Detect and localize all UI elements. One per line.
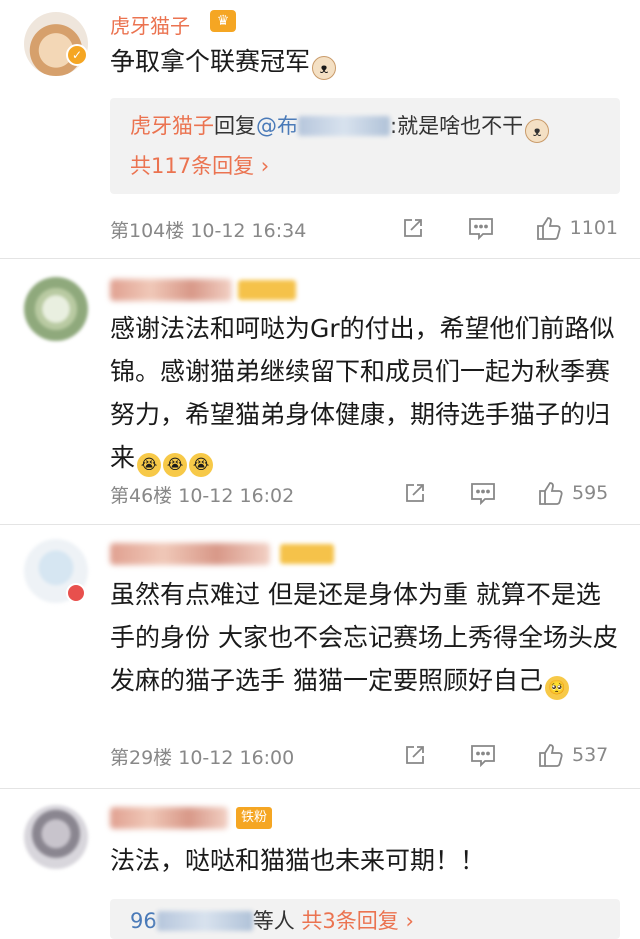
reply-verb: 回复 — [214, 114, 256, 138]
reply-preview[interactable]: 96 等人 共3条回复 › — [110, 899, 620, 939]
crying-emoji-icon: 😭 — [189, 453, 214, 477]
like-count: 595 — [572, 482, 609, 504]
floor-label: 第104楼 — [110, 220, 185, 242]
cat-emoji-icon: ᴥ — [525, 119, 550, 143]
reply-suffix: 等人 — [252, 909, 295, 933]
action-bar: 537 — [360, 740, 618, 770]
like-icon[interactable] — [536, 215, 562, 241]
comment-text: 感谢法法和呵哒为Gr的付出，希望他们前路似锦。感谢猫弟继续留下和成员们一起为秋季… — [110, 307, 620, 479]
reply-author[interactable]: 虎牙猫子 — [130, 114, 214, 138]
action-bar: 595 — [360, 478, 618, 508]
pleading-emoji-icon: 🥺 — [544, 676, 569, 700]
avatar[interactable] — [24, 277, 88, 341]
like-count: 1101 — [569, 217, 618, 239]
cat-emoji-icon: ᴥ — [312, 56, 337, 80]
like-count: 537 — [572, 744, 609, 766]
blurred-username[interactable] — [110, 279, 232, 301]
timestamp: 10-12 16:02 — [178, 485, 295, 507]
comment-meta: 第46楼 10-12 16:02 — [110, 481, 294, 508]
reply-mention[interactable]: @布 — [256, 114, 298, 138]
floor-label: 第46楼 — [110, 485, 173, 507]
fan-badge — [280, 544, 334, 564]
reply-author[interactable]: 96 — [130, 909, 157, 933]
timestamp: 10-12 16:00 — [178, 747, 295, 769]
like-icon[interactable] — [538, 480, 564, 506]
share-icon[interactable] — [402, 742, 428, 768]
comment-icon[interactable] — [470, 742, 496, 768]
comment-item: 铁粉 法法，哒哒和猫猫也未来可期！！ 96 等人 共3条回复 › — [0, 789, 640, 939]
reply-content: :就是啥也不干 — [390, 114, 524, 138]
crown-icon: ♛ — [210, 10, 236, 32]
timestamp: 10-12 16:34 — [190, 220, 307, 242]
comment-icon[interactable] — [470, 480, 496, 506]
blurred-name — [156, 911, 253, 931]
comment-meta: 第29楼 10-12 16:00 — [110, 743, 294, 770]
username[interactable]: 虎牙猫子 — [110, 10, 190, 39]
comment-icon[interactable] — [468, 215, 494, 241]
comment-text: 争取拿个联赛冠军 ᴥ — [110, 40, 620, 83]
fan-badge — [238, 280, 296, 300]
comment-meta: 第104楼 10-12 16:34 — [110, 216, 306, 243]
comment-text: 法法，哒哒和猫猫也未来可期！！ — [110, 846, 486, 875]
status-dot-icon — [66, 583, 86, 603]
reply-line: 96 等人 共3条回复 › — [130, 905, 414, 935]
share-icon[interactable] — [400, 215, 426, 241]
like-icon[interactable] — [538, 742, 564, 768]
comment-item: 感谢法法和呵哒为Gr的付出，希望他们前路似锦。感谢猫弟继续留下和成员们一起为秋季… — [0, 259, 640, 521]
fan-badge: 铁粉 — [236, 807, 273, 829]
avatar[interactable] — [24, 805, 88, 869]
crying-emoji-icon: 😭 — [137, 453, 162, 477]
comment-item: ✓ 虎牙猫子 ♛ 争取拿个联赛冠军 ᴥ 虎牙猫子回复@布:就是啥也不干 ᴥ 共117… — [0, 0, 640, 255]
blurred-username[interactable] — [110, 543, 270, 565]
crying-emoji-icon: 😭 — [163, 453, 188, 477]
reply-line: 虎牙猫子回复@布 :就是啥也不干 ᴥ — [130, 110, 550, 143]
more-replies-link[interactable]: 共3条回复 › — [301, 909, 413, 933]
reply-preview[interactable]: 虎牙猫子回复@布 :就是啥也不干 ᴥ 共117条回复 › — [110, 98, 620, 194]
action-bar: 1101 — [358, 213, 618, 243]
blurred-username[interactable] — [110, 807, 228, 829]
comment-item: 虽然有点难过 但是还是身体为重 就算不是选手的身份 大家也不会忘记赛场上秀得全场… — [0, 525, 640, 787]
share-icon[interactable] — [402, 480, 428, 506]
blurred-name — [298, 116, 390, 136]
verified-icon: ✓ — [66, 44, 88, 66]
more-replies-link[interactable]: 共117条回复 › — [130, 150, 269, 180]
comment-text: 虽然有点难过 但是还是身体为重 就算不是选手的身份 大家也不会忘记赛场上秀得全场… — [110, 573, 620, 702]
floor-label: 第29楼 — [110, 747, 173, 769]
